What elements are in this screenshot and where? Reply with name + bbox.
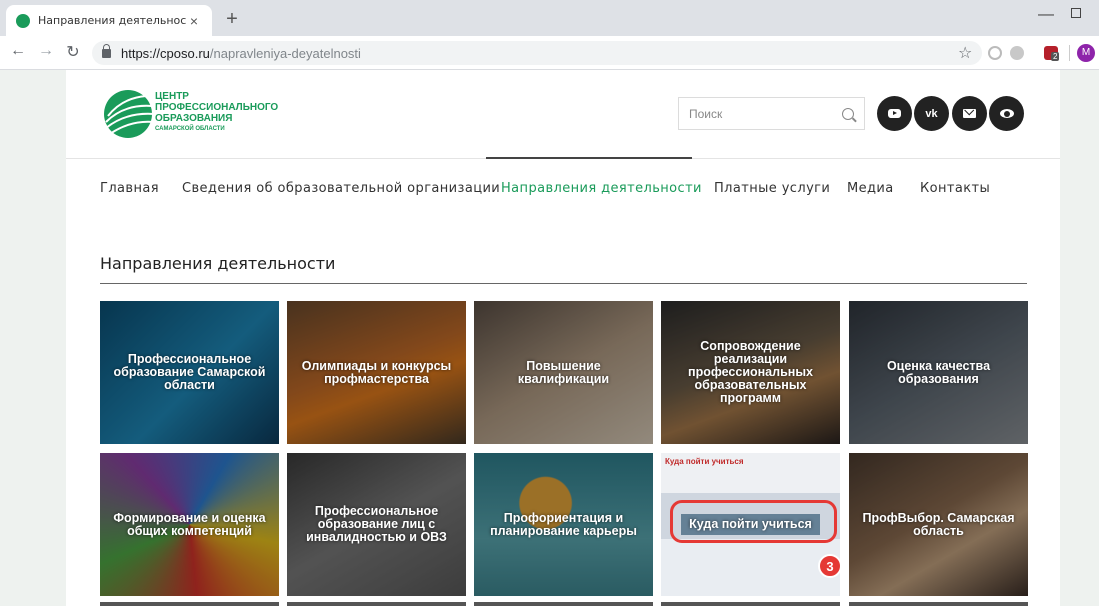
tab-close-icon[interactable]: × [186,13,202,29]
card-quality-assessment[interactable]: Оценка качества образования [849,301,1028,444]
site-favicon-icon [16,13,30,28]
extension-globe-icon[interactable] [1010,46,1024,60]
maximize-window-icon[interactable] [1071,8,1081,18]
back-arrow-icon[interactable]: ← [8,42,28,60]
nav-item-contacts[interactable]: Контакты [920,181,990,196]
card-label: Повышение квалификации [517,358,610,386]
profile-avatar[interactable]: M [1077,44,1095,62]
url-bar[interactable]: https://cposo.ru/napravleniya-deyatelnos… [92,41,982,65]
extension-circle-icon[interactable] [988,46,1002,60]
annotation-highlight-box [670,500,837,543]
card-label: Профессиональное образование Самарской о… [113,352,266,392]
lock-icon [102,43,111,58]
vk-icon[interactable]: vk [914,96,949,131]
toolbar-divider [1069,45,1070,61]
card-label: Профессиональное образование лиц с инвал… [306,504,447,544]
card-label: Олимпиады и конкурсы профмастерства [301,358,452,386]
card-row3-peek [849,602,1028,606]
card-row3-peek [474,602,653,606]
card-row3-peek [287,602,466,606]
new-tab-button[interactable]: + [220,8,244,31]
forward-arrow-icon[interactable]: → [36,42,56,60]
search-icon[interactable] [842,107,854,120]
browser-tab-bar: Направления деятельности × + — [0,0,1099,36]
nav-item-media[interactable]: Медиа [847,181,894,196]
annotation-step-badge: 3 [818,554,842,578]
tab-title: Направления деятельности [38,14,186,27]
card-label: Сопровождение реализации профессиональны… [688,339,813,405]
extension-badge: 2 [1051,52,1060,61]
logo-line-3: ОБРАЗОВАНИЯ [155,113,233,124]
nav-item-paid-services[interactable]: Платные услуги [714,181,830,196]
card-disabilities-education[interactable]: Профессиональное образование лиц с инвал… [287,453,466,596]
card-prof-education[interactable]: Профессиональное образование Самарской о… [100,301,279,444]
card-competencies[interactable]: Формирование и оценка общих компетенций [100,453,279,596]
search-input[interactable]: Поиск [678,97,865,130]
card-row3-peek [661,602,840,606]
logo-subtitle: САМАРСКОЙ ОБЛАСТИ [155,126,225,132]
browser-tab[interactable]: Направления деятельности × [6,5,212,36]
logo-emblem-icon [104,90,155,138]
eye-icon[interactable] [989,96,1024,131]
logo-line-2: ПРОФЕССИОНАЛЬНОГО [155,102,279,113]
title-underline [100,283,1027,284]
nav-item-directions[interactable]: Направления деятельности [501,181,702,196]
card-olympiads[interactable]: Олимпиады и конкурсы профмастерства [287,301,466,444]
minimize-window-icon[interactable]: — [1038,6,1054,24]
card-qualification[interactable]: Повышение квалификации [474,301,653,444]
logo-line-1: ЦЕНТР [155,91,189,102]
site-logo[interactable]: ЦЕНТР ПРОФЕССИОНАЛЬНОГО ОБРАЗОВАНИЯ САМА… [100,84,280,144]
nav-item-home[interactable]: Главная [100,181,159,196]
nav-item-info[interactable]: Сведения об образовательной организации [182,181,500,196]
url-host: https://cposo.ru [121,45,210,61]
browser-toolbar: ← → ↻ https://cposo.ru/napravleniya-deya… [0,36,1099,70]
nav-active-indicator [486,157,692,159]
card-career-guidance[interactable]: Профориентация и планирование карьеры [474,453,653,596]
card-profvybor[interactable]: ПрофВыбор. Самарская область [849,453,1028,596]
extension-shield-icon[interactable]: 2 [1044,46,1060,61]
search-placeholder: Поиск [689,106,723,121]
card-label: Профориентация и планирование карьеры [490,510,637,538]
card-label: Формирование и оценка общих компетенций [113,510,266,538]
card-header-text: Куда пойти учиться [665,457,744,466]
url-path: /napravleniya-deyatelnosti [209,45,361,61]
page-title: Направления деятельности [100,254,336,273]
reload-icon[interactable]: ↻ [63,42,83,62]
youtube-icon[interactable] [877,96,912,131]
card-label: Оценка качества образования [886,358,991,386]
card-row3-peek [100,602,279,606]
card-label: ПрофВыбор. Самарская область [862,510,1015,538]
mail-icon[interactable] [952,96,987,131]
bookmark-star-icon[interactable]: ☆ [958,43,972,63]
logo-text: ЦЕНТР ПРОФЕССИОНАЛЬНОГО ОБРАЗОВАНИЯ САМА… [155,91,278,135]
card-program-support[interactable]: Сопровождение реализации профессиональны… [661,301,840,444]
